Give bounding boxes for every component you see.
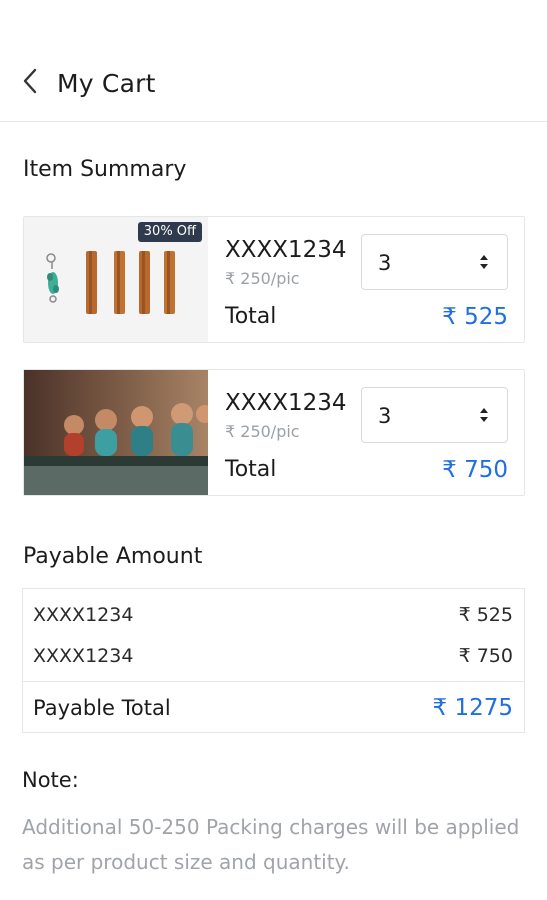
chevron-left-icon [23, 68, 37, 94]
note-title: Note: [22, 768, 79, 792]
product-image [24, 370, 208, 495]
item-total-value: ₹ 525 [442, 304, 508, 330]
payable-amount-title: Payable Amount [23, 544, 203, 569]
item-summary-title: Item Summary [23, 157, 187, 182]
payable-row-amount: ₹ 525 [458, 604, 513, 626]
discount-badge: 30% Off [137, 222, 202, 242]
cart-item: XXXX1234 ₹ 250/pic 3 Total ₹ 750 [23, 369, 525, 496]
payable-total-label: Payable Total [33, 696, 171, 720]
quantity-select[interactable]: 3 [361, 234, 508, 290]
cart-item: 30% Off XXXX1234 ₹ 250/pic 3 Total ₹ 525 [23, 216, 525, 343]
item-sku: XXXX1234 [225, 390, 347, 416]
note-text: Additional 50-250 Packing charges will b… [22, 815, 520, 874]
item-total-label: Total [225, 304, 277, 329]
back-button[interactable] [14, 64, 48, 98]
item-sku: XXXX1234 [225, 237, 347, 263]
unit-price: ₹ 250/pic [225, 269, 300, 288]
item-total-label: Total [225, 457, 277, 482]
divider [23, 681, 524, 682]
payable-summary: XXXX1234 ₹ 525 XXXX1234 ₹ 750 Payable To… [22, 588, 525, 733]
quantity-select[interactable]: 3 [361, 387, 508, 443]
unit-price: ₹ 250/pic [225, 422, 300, 441]
quantity-value: 3 [378, 404, 392, 428]
payable-row: XXXX1234 ₹ 525 [33, 601, 513, 629]
payable-row: XXXX1234 ₹ 750 [33, 642, 513, 670]
item-total-value: ₹ 750 [442, 457, 508, 483]
payable-row-sku: XXXX1234 [33, 645, 134, 667]
quantity-value: 3 [378, 251, 392, 275]
payable-row-sku: XXXX1234 [33, 604, 134, 626]
page-title: My Cart [57, 69, 156, 98]
monk-figurines-image [24, 370, 208, 495]
sort-arrows-icon [480, 408, 488, 422]
app-header: My Cart [0, 0, 547, 122]
product-image: 30% Off [24, 217, 208, 342]
payable-row-amount: ₹ 750 [458, 645, 513, 667]
payable-total-value: ₹ 1275 [432, 695, 513, 721]
sort-arrows-icon [480, 255, 488, 269]
